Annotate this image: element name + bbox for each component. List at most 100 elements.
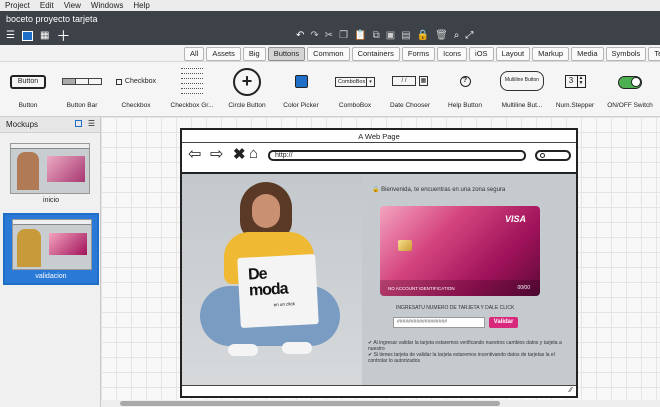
card-number-input[interactable]: ##################: [393, 317, 485, 328]
palette-label: ComboBox: [338, 102, 372, 109]
tab-all[interactable]: All: [184, 47, 205, 61]
mockup-name: inicio: [43, 197, 59, 204]
hamburger-menu-icon[interactable]: ☰: [6, 30, 15, 42]
search-icon[interactable]: ⌕: [454, 30, 460, 42]
palette-num-stepper[interactable]: 3 ▲ ▼ Num.Stepper: [553, 62, 597, 117]
undo-icon[interactable]: ↶: [296, 30, 304, 42]
mockup-thumbnail-inicio[interactable]: inicio: [3, 139, 99, 209]
cut-icon[interactable]: ✂: [325, 30, 333, 42]
color-picker-preview: [294, 75, 308, 88]
page-content: De moda en un click 🔒 Bienvenida, te enc…: [182, 174, 576, 385]
menu-help[interactable]: Help: [133, 0, 149, 11]
tab-ios[interactable]: iOS: [469, 47, 494, 61]
tab-containers[interactable]: Containers: [351, 47, 400, 61]
palette-label: Multiline But...: [501, 102, 543, 109]
date-chooser-preview: / / ▦: [386, 76, 434, 86]
menu-windows[interactable]: Windows: [91, 0, 123, 11]
palette-button[interactable]: Button Button: [5, 62, 51, 117]
palette-checkbox-group[interactable]: Checkbox Gr...: [168, 62, 216, 117]
tab-media[interactable]: Media: [571, 47, 604, 61]
close-icon[interactable]: ✖: [233, 147, 246, 163]
scrollbar-thumb[interactable]: [120, 401, 500, 406]
mockup-preview-image: [10, 143, 90, 194]
panel-title: Mockups: [6, 120, 39, 129]
panel-list-icon[interactable]: ☰: [88, 120, 95, 128]
tab-buttons[interactable]: Buttons: [267, 47, 306, 61]
lock-icon: 🔒: [372, 187, 380, 193]
category-bar: All Assets Big Buttons Common Containers…: [0, 45, 660, 62]
validate-button[interactable]: Validar: [489, 317, 518, 328]
panel-square-icon[interactable]: [74, 120, 82, 127]
palette-button-bar[interactable]: Button Bar: [58, 62, 106, 117]
card-brand: VISA: [504, 214, 526, 224]
group-icon[interactable]: ▣: [386, 30, 395, 42]
card-expiry: 00/00: [517, 285, 530, 291]
tab-big[interactable]: Big: [242, 47, 266, 61]
checkbox-group-preview: [181, 66, 203, 94]
tab-markup[interactable]: Markup: [532, 47, 570, 61]
home-icon[interactable]: ⌂: [249, 146, 258, 162]
logo-subtext: en un click: [273, 301, 296, 308]
palette-label: Date Chooser: [389, 102, 431, 109]
button-bar-preview: [62, 78, 102, 85]
browser-statusbar: ⁄⁄: [182, 385, 576, 396]
note-1: ✔ Al ingresar validar la tarjeta estarem…: [368, 340, 562, 352]
horizontal-scrollbar[interactable]: [101, 400, 660, 407]
card-prompt: INGRESATU NUMERO DE TARJETA Y DALE CLICK: [396, 305, 515, 311]
tab-layout[interactable]: Layout: [495, 47, 531, 61]
resize-handle-icon[interactable]: ⁄⁄: [570, 387, 572, 395]
palette-label: Checkbox: [121, 102, 151, 109]
duplicate-icon[interactable]: ⧉: [373, 30, 380, 42]
redo-icon[interactable]: ↷: [310, 30, 318, 42]
single-view-icon[interactable]: [21, 31, 33, 41]
checkbox-preview: Checkbox: [112, 78, 160, 85]
palette-label: Button: [18, 102, 38, 109]
tab-assets[interactable]: Assets: [206, 47, 241, 61]
back-arrow-icon[interactable]: ⇦: [188, 147, 201, 163]
menu-edit[interactable]: Edit: [40, 0, 54, 11]
mockups-panel: Mockups ☰ inicio validacion: [0, 117, 101, 407]
combobox-preview: ComboBox ▾: [335, 77, 375, 87]
palette-on-off-switch[interactable]: ON/OFF Switch: [604, 62, 656, 117]
grid-view-icon[interactable]: ▦: [40, 30, 49, 42]
credit-card: VISA NO ACCOUNT IDENTIFICATION 00/00: [380, 206, 540, 296]
tab-symbols[interactable]: Symbols: [605, 47, 647, 61]
ungroup-icon[interactable]: ▤: [401, 30, 410, 42]
palette-multiline-button[interactable]: Multiline Button Multiline But...: [494, 62, 550, 117]
component-palette: Button Button Button Bar Checkbox Checkb…: [0, 62, 660, 117]
mockup-name: validacion: [35, 273, 67, 280]
menu-project[interactable]: Project: [5, 0, 30, 11]
tab-common[interactable]: Common: [307, 47, 350, 61]
tab-icons[interactable]: Icons: [437, 47, 468, 61]
menu-bar: Project Edit View Windows Help: [0, 0, 660, 11]
palette-circle-button[interactable]: + Circle Button: [224, 62, 270, 117]
palette-color-picker[interactable]: Color Picker: [278, 62, 324, 117]
calendar-icon: ▦: [419, 76, 428, 86]
menu-view[interactable]: View: [64, 0, 81, 11]
url-bar[interactable]: http://: [268, 150, 526, 161]
palette-combobox[interactable]: ComboBox ▾ ComboBox: [330, 62, 380, 117]
palette-help-button[interactable]: ? Help Button: [443, 62, 487, 117]
forward-arrow-icon[interactable]: ⇨: [210, 147, 223, 163]
lock-icon[interactable]: 🔒: [417, 30, 429, 42]
mockup-thumbnail-validacion[interactable]: validacion: [3, 213, 99, 285]
mockups-panel-header: Mockups ☰: [0, 117, 100, 133]
paste-icon[interactable]: 📋: [354, 30, 366, 42]
palette-label: Help Button: [448, 102, 482, 109]
palette-checkbox[interactable]: Checkbox Checkbox: [112, 62, 160, 117]
browser-mockup[interactable]: A Web Page ⇦ ⇨ ✖ ⌂ http:// De moda en un…: [180, 128, 578, 398]
tab-forms[interactable]: Forms: [401, 47, 436, 61]
tab-text[interactable]: Text: [648, 47, 660, 61]
copy-icon[interactable]: ❐: [339, 30, 348, 42]
logo-text: De moda: [247, 265, 289, 300]
note-2: ✔ Si tienes tarjeta de validar la tarjet…: [368, 352, 555, 364]
card-chip: [398, 240, 412, 251]
delete-icon[interactable]: 🗑: [435, 30, 448, 42]
add-icon[interactable]: ＋: [56, 29, 70, 43]
multiline-button-preview: Multiline Button: [500, 71, 544, 91]
fullscreen-icon[interactable]: ⤢: [465, 30, 473, 42]
circle-button-preview: +: [233, 68, 261, 96]
card-number: NO ACCOUNT IDENTIFICATION: [388, 286, 455, 291]
search-field[interactable]: [535, 150, 571, 161]
palette-date-chooser[interactable]: / / ▦ Date Chooser: [386, 62, 434, 117]
